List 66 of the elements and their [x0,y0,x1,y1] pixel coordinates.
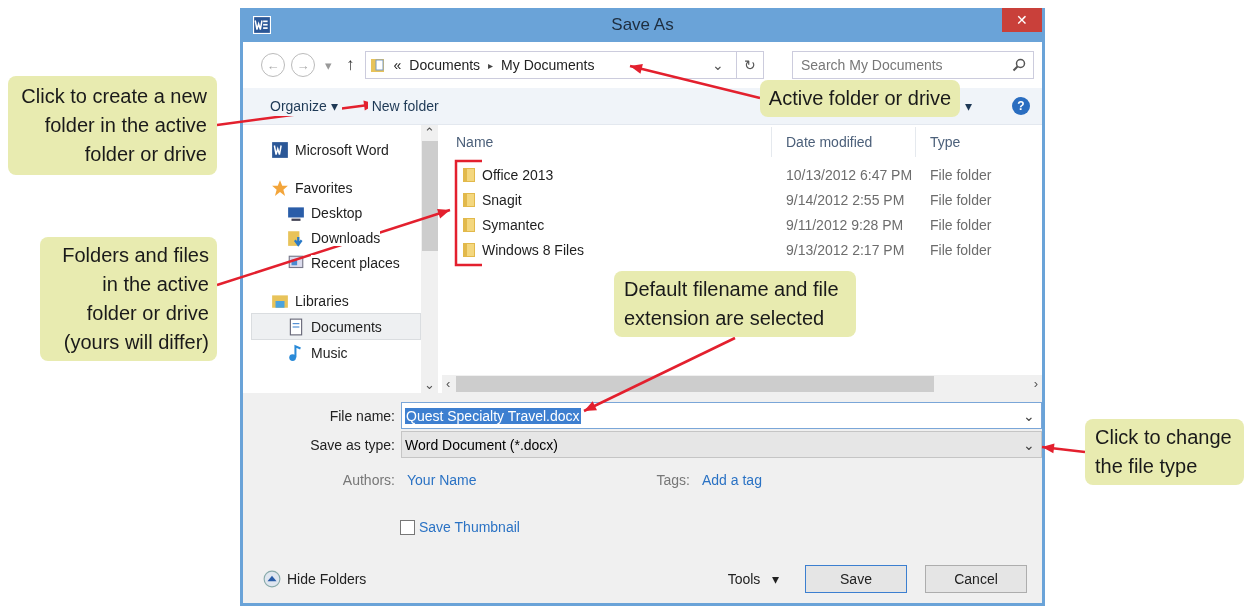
scroll-right-arrow[interactable]: › [1033,376,1038,392]
file-type-dropdown[interactable]: Word Document (*.docx) ⌄ [401,431,1042,458]
horizontal-scroll-bar[interactable]: ‹ › [442,375,1042,393]
scroll-bar[interactable]: ⌃ ⌄ [421,125,438,393]
callout-arrow [1041,443,1086,454]
document-icon [287,317,305,336]
dialog-button[interactable]: Save [805,565,907,593]
callout-note: Folders and files in the active folder or drive (yours will differ) [40,237,217,361]
type-cell-text: File folder [929,166,993,183]
scroll-up-arrow[interactable]: ⌃ [424,125,435,141]
close-button[interactable]: ✕ [1002,8,1042,32]
folder-icon [462,166,476,183]
up-button[interactable]: ↑ [342,55,359,75]
authors-link[interactable]: Your Name [407,472,477,488]
type-cell-text: File folder [929,191,993,208]
column-header[interactable]: Type [916,127,1041,157]
callout-note: Active folder or drive [760,80,960,117]
word-icon [253,16,271,34]
nav-item[interactable]: Documents [251,313,421,340]
tools-button[interactable]: Tools ▾ [721,570,785,588]
callout-note: Click to change the file type [1085,419,1244,485]
star-icon [271,178,289,197]
file-name-field[interactable]: Quest Specialty Travel.docx ⌄ [401,402,1042,429]
checkbox[interactable] [400,519,415,535]
help-button[interactable]: ? [1012,97,1030,115]
date-cell-text: 10/13/2012 6:47 PM [785,166,914,183]
file-name[interactable]: Snagit [482,191,522,208]
collapse-icon [263,570,281,588]
column-header[interactable]: Date modified [772,127,916,157]
search-icon [1012,58,1026,72]
callout-note: Default filename and file extension are selected [614,271,856,337]
refresh-button[interactable]: ↻ [736,52,763,78]
folder-icon [462,191,476,208]
word-icon [271,140,289,159]
scroll-left-arrow[interactable]: ‹ [446,376,451,392]
file-name[interactable]: Windows 8 Files [482,241,584,258]
tags-label: Tags: [656,472,691,488]
date-cell-text: 9/14/2012 2:55 PM [785,191,906,208]
type-cell-text: File folder [929,241,993,258]
scroll-down-arrow[interactable]: ⌄ [424,377,435,393]
column-header[interactable]: Name [442,127,772,157]
dropdown-caret[interactable]: ⌄ [708,57,728,73]
type-cell-text: File folder [929,216,993,233]
file-name[interactable]: Symantec [482,216,545,233]
hide-folders-button[interactable]: Hide Folders [263,570,367,588]
overflow-chevrons[interactable]: « [393,57,402,73]
folder-icon [462,216,476,233]
path-segment[interactable]: Documents [409,57,481,73]
address-bar[interactable]: « Documents ▸ My Documents ⌄ ↻ [364,51,764,79]
date-cell-text: 9/11/2012 9:28 PM [785,216,905,233]
field-label: Save as type: [309,436,396,453]
folder-icon [369,56,386,74]
authors-label: Authors: [341,472,396,488]
path-separator[interactable]: ▸ [488,59,494,71]
tags-link[interactable]: Add a tag [702,472,762,488]
download-folder-icon [287,228,305,247]
path-segment[interactable]: My Documents [501,57,595,73]
window-title: Save As [610,15,675,35]
search-field[interactable]: Search My Documents [792,51,1034,79]
dialog-button[interactable]: Cancel [925,565,1027,593]
date-cell-text: 9/13/2012 2:17 PM [785,241,906,258]
callout-note: Click to create a new folder in the active folder or drive [8,76,217,175]
file-name[interactable]: Office 2013 [482,166,554,183]
checkbox-label[interactable]: Save Thumbnail [419,519,520,535]
field-label: File name: [328,407,396,424]
folder-icon [462,241,476,258]
